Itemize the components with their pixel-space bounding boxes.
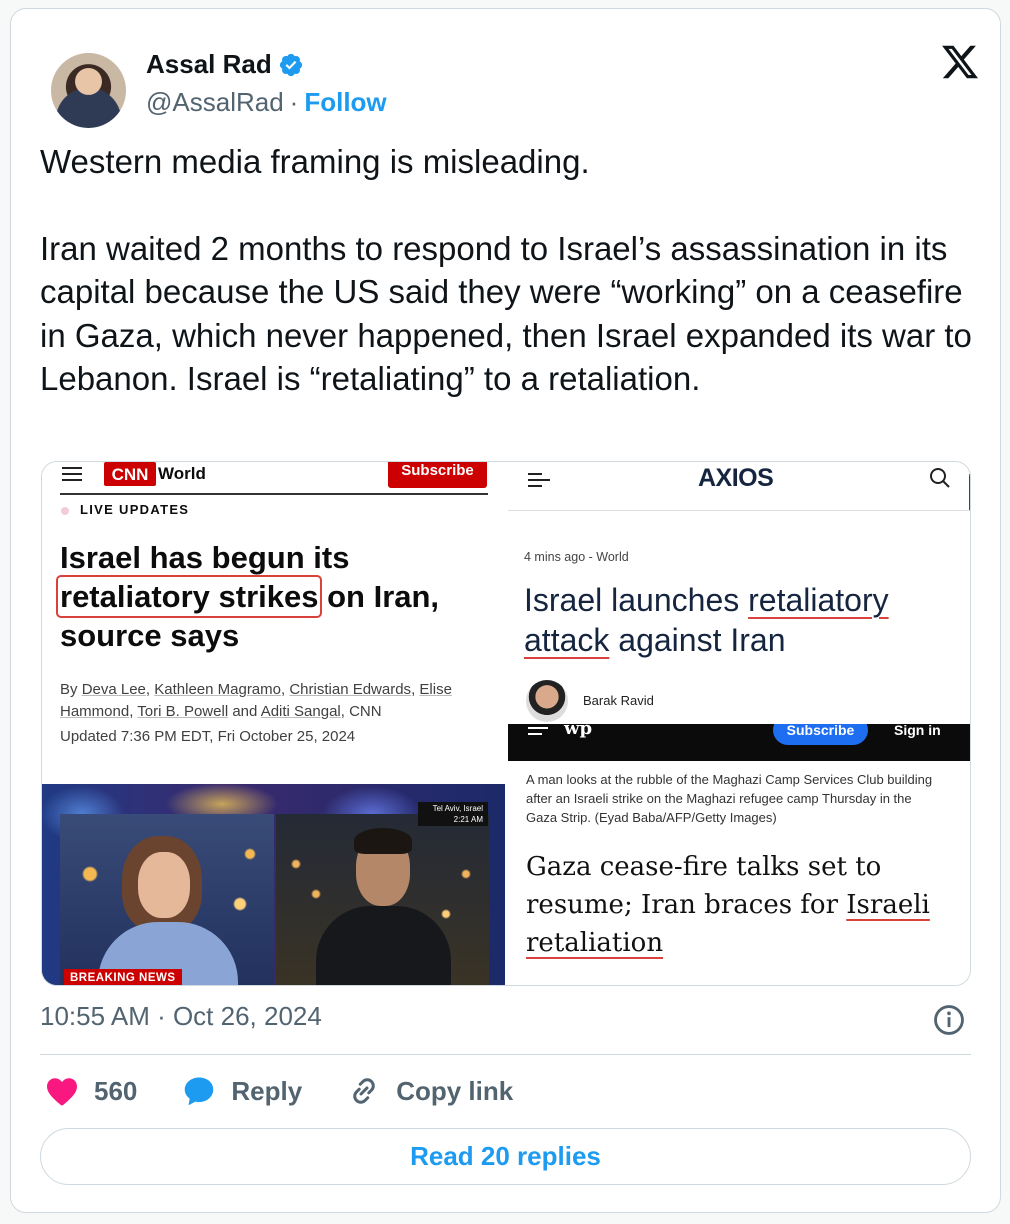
like-count: 560: [94, 1075, 138, 1106]
cnn-headline: Israel has begun its retaliatory strikes …: [55, 538, 500, 655]
actions-divider: [40, 1054, 971, 1055]
tweet-timestamp[interactable]: 10:55 AM · Oct 26, 2024: [40, 1001, 322, 1032]
reply-button[interactable]: Reply: [181, 1073, 302, 1109]
cnn-video-frame: Tel Aviv, Israel 2:21 AM BREAKING NEWS: [42, 784, 505, 985]
axios-search-icon: [930, 468, 950, 488]
byline-suffix: , CNN: [340, 703, 382, 720]
axios-screenshot: AXIOS 4 mins ago - World Israel launches…: [508, 462, 970, 724]
follow-button[interactable]: Follow: [304, 87, 386, 118]
cnn-logo-text: CNN: [112, 465, 149, 484]
video-anchor-panel: [60, 814, 274, 985]
byline-author: Aditi Sangal: [260, 703, 341, 720]
axios-author-avatar: [526, 680, 568, 722]
cnn-headline-highlight: retaliatory strikes: [55, 575, 323, 618]
wapo-sign-in: Sign in: [894, 724, 941, 738]
cnn-byline: By Deva Lee, Kathleen Magramo, Christian…: [60, 681, 452, 720]
byline-author: Tori B. Powell: [137, 703, 229, 720]
link-icon: [353, 1078, 375, 1104]
wapo-subscribe-button: Subscribe: [773, 724, 868, 745]
wapo-topbar: wp Subscribe Sign in: [508, 724, 970, 761]
live-dot-icon: [61, 507, 69, 515]
heart-icon: [47, 1078, 77, 1106]
cnn-screenshot: CNN World Subscribe LIVE UPDATES Israel …: [42, 462, 505, 985]
wapo-headline-pre: Gaza cease-fire talks set to resume; Ira…: [526, 852, 882, 920]
axios-logo: AXIOS: [698, 464, 774, 492]
axios-menu-icon: [528, 473, 550, 487]
video-time: 2:21 AM: [453, 815, 483, 824]
axios-divider: [508, 510, 970, 511]
video-location-box: Tel Aviv, Israel 2:21 AM: [418, 802, 488, 826]
copy-link-label: Copy link: [396, 1075, 514, 1106]
axios-meta: 4 mins ago - World: [524, 550, 629, 564]
wapo-headline-underlined: retaliation: [526, 928, 664, 958]
reply-bubble-icon: [185, 1077, 214, 1106]
axios-headline-underlined: attack: [524, 622, 610, 658]
byline-author: Christian Edwards: [289, 681, 412, 698]
wapo-screenshot: wp Subscribe Sign in A man looks at the …: [508, 724, 970, 985]
wapo-menu-icon: [528, 727, 548, 735]
read-replies-button[interactable]: Read 20 replies: [40, 1128, 971, 1185]
byline-author: Kathleen Magramo: [154, 681, 281, 698]
reply-label: Reply: [231, 1075, 303, 1106]
axios-edge-line: [969, 474, 970, 510]
author-name[interactable]: Assal Rad: [146, 49, 272, 80]
wapo-headline-underlined: Israeli: [846, 890, 930, 920]
tweet-paragraph-1: Western media framing is misleading.: [40, 143, 590, 180]
breaking-news-banner: BREAKING NEWS: [64, 969, 182, 985]
axios-headline-post: against Iran: [609, 622, 786, 658]
avatar[interactable]: [51, 53, 126, 128]
author-handle[interactable]: @AssalRad: [146, 87, 284, 118]
axios-author: Barak Ravid: [583, 693, 654, 708]
tweet-paragraph-2: Iran waited 2 months to respond to Israe…: [40, 229, 972, 398]
wapo-headline: Gaza cease-fire talks set to resume; Ira…: [526, 848, 966, 962]
tweet-text: Western media framing is misleading. Ira…: [40, 140, 975, 400]
wapo-logo: wp: [564, 724, 593, 739]
action-bar: 560 Reply Copy link: [44, 1073, 557, 1109]
cnn-menu-icon: [62, 467, 82, 481]
handle-row: @AssalRad · Follow: [146, 87, 387, 118]
info-icon[interactable]: [932, 1003, 966, 1037]
axios-headline-pre: Israel launches: [524, 582, 749, 618]
x-logo-icon[interactable]: [939, 42, 981, 82]
copy-link-button[interactable]: Copy link: [346, 1073, 513, 1109]
axios-headline-underlined: retaliatory: [748, 582, 889, 618]
wapo-caption: A man looks at the rubble of the Maghazi…: [526, 772, 933, 825]
cnn-headline-pre: Israel has begun its: [60, 540, 350, 575]
separator-dot: ·: [289, 87, 299, 117]
byline-prefix: By: [60, 681, 82, 698]
like-button[interactable]: 560: [44, 1073, 137, 1109]
live-updates-label: LIVE UPDATES: [80, 502, 190, 517]
video-guest-panel: [276, 814, 489, 985]
cnn-subscribe-button: Subscribe: [388, 462, 487, 488]
cnn-logo: CNN: [104, 462, 156, 486]
verified-badge-icon: [279, 53, 302, 76]
axios-headline: Israel launches retaliatory attack agains…: [524, 580, 954, 660]
cnn-section: World: [158, 464, 206, 483]
cnn-updated: Updated 7:36 PM EDT, Fri October 25, 202…: [60, 728, 356, 745]
tweet-media-image[interactable]: CNN World Subscribe LIVE UPDATES Israel …: [41, 461, 971, 986]
cnn-divider: [60, 493, 488, 495]
byline-author: Deva Lee: [81, 681, 146, 698]
video-location: Tel Aviv, Israel: [432, 804, 483, 813]
author-name-row: Assal Rad: [146, 49, 304, 80]
